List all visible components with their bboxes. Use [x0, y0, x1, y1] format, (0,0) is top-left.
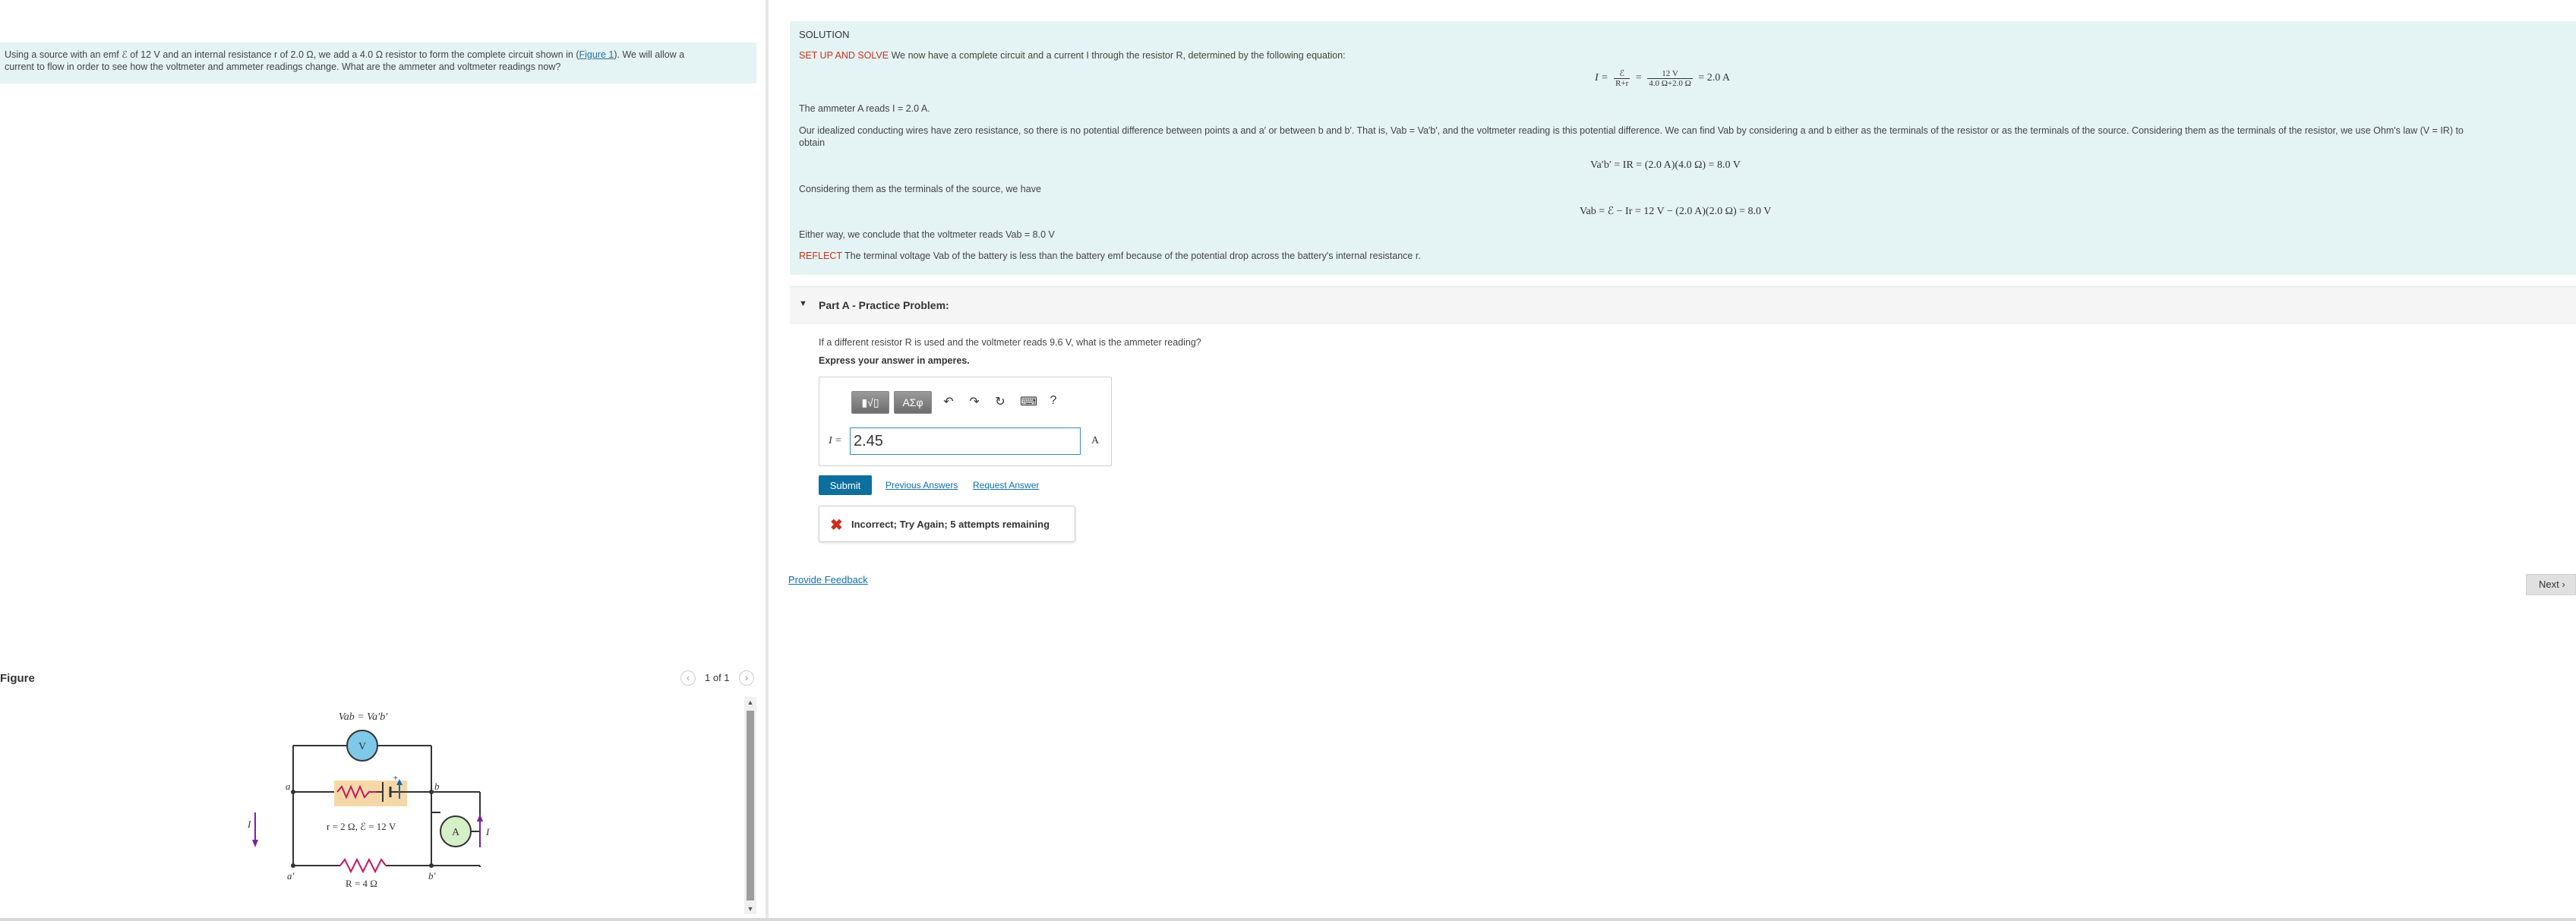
problem-text-3: current to flow in order to see how the …: [5, 62, 561, 72]
equation-terminal: Vab = ℰ − Ir = 12 V − (2.0 A)(2.0 Ω) = 8…: [1580, 206, 1772, 217]
request-answer-link[interactable]: Request Answer: [973, 480, 1039, 490]
equation-ohm: Va′b′ = IR = (2.0 A)(4.0 Ω) = 8.0 V: [1590, 159, 1741, 171]
node-b-label: b: [434, 781, 440, 792]
eq1-frac2-den: 4.0 Ω+2.0 Ω: [1649, 78, 1691, 88]
eq1-frac1-den: R+r: [1615, 79, 1629, 88]
part-a-instructions: Express your answer in amperes.: [819, 355, 970, 366]
eq1-equals: =: [1635, 72, 1642, 84]
ammeter-letter: A: [452, 827, 460, 838]
left-pane: Using a source with an emf ℰ of 12 V and…: [0, 0, 766, 921]
chevron-right-icon: ›: [2562, 579, 2565, 590]
answer-box: ▮√▯ ΑΣφ ↶ ↷ ↻ ⌨ ? I = A: [819, 377, 1112, 466]
resistor-label: R = 4 Ω: [346, 878, 377, 889]
battery-label: r = 2 Ω, ℰ = 12 V: [327, 821, 396, 832]
scroll-thumb[interactable]: [747, 711, 754, 900]
prev-figure-button[interactable]: ‹: [680, 670, 696, 686]
eq1-lhs: I =: [1595, 72, 1608, 84]
svg-text:+: +: [393, 774, 398, 783]
reset-icon[interactable]: ↻: [993, 394, 1008, 409]
figure-scrollbar[interactable]: ▲ ▼: [744, 697, 756, 914]
current-label-right: I: [485, 826, 490, 837]
answer-label: I =: [829, 435, 842, 446]
part-a-title: Part A - Practice Problem:: [819, 299, 949, 311]
keyboard-icon[interactable]: ⌨: [1020, 394, 1037, 409]
resistor-icon: [339, 857, 387, 874]
incorrect-x-icon: ✖: [830, 517, 843, 534]
ammeter-reads: The ammeter A reads I = 2.0 A.: [799, 103, 930, 114]
bottom-border: [0, 918, 2576, 921]
circuit-diagram: V Vab = Va′b′ + a b a′ b′ r = 2 Ω, ℰ = 1…: [247, 711, 490, 889]
figure-link[interactable]: Figure 1: [579, 49, 614, 60]
reflect-label: REFLECT: [799, 251, 842, 261]
idealized-text-1: Our idealized conducting wires have zero…: [799, 125, 2464, 136]
current-label-left: I: [247, 818, 251, 830]
reflect-text: The terminal voltage Vab of the battery …: [841, 251, 1421, 261]
answer-input[interactable]: [850, 427, 1081, 455]
figure-label: Figure: [0, 672, 35, 685]
templates-button[interactable]: ▮√▯: [851, 391, 889, 414]
part-a-header[interactable]: ▼ Part A - Practice Problem:: [790, 286, 2576, 324]
redo-icon[interactable]: ↷: [967, 394, 982, 409]
solution-heading: SOLUTION: [799, 29, 850, 40]
eq1-rhs: = 2.0 A: [1698, 72, 1731, 84]
problem-statement: Using a source with an emf ℰ of 12 V and…: [0, 43, 756, 84]
voltmeter-letter: V: [358, 741, 366, 752]
node-a-label: a: [286, 781, 291, 792]
symbols-button[interactable]: ΑΣφ: [894, 391, 932, 414]
considering-source: Considering them as the terminals of the…: [799, 184, 1041, 194]
solution-panel: SOLUTION SET UP AND SOLVE We now have a …: [790, 21, 2576, 275]
collapse-caret-icon[interactable]: ▼: [799, 299, 807, 308]
help-icon[interactable]: ?: [1046, 394, 1061, 408]
next-figure-button[interactable]: ›: [739, 670, 754, 686]
scroll-down-icon[interactable]: ▼: [744, 904, 756, 914]
previous-answers-link[interactable]: Previous Answers: [886, 480, 958, 490]
vab-label: Vab = Va′b′: [339, 711, 389, 723]
next-button[interactable]: Next ›: [2526, 574, 2576, 595]
reflect-line: REFLECT The terminal voltage Vab of the …: [799, 251, 1421, 261]
submit-button[interactable]: Submit: [819, 475, 872, 495]
setup-text: We now have a complete circuit and a cur…: [889, 50, 1346, 61]
node-a-prime-label: a′: [287, 870, 295, 882]
part-a-question: If a different resistor R is used and th…: [819, 337, 1201, 348]
provide-feedback-link[interactable]: Provide Feedback: [788, 574, 868, 585]
setup-line: SET UP AND SOLVE We now have a complete …: [799, 50, 1346, 61]
setup-label: SET UP AND SOLVE: [799, 50, 889, 61]
problem-text-1: Using a source with an emf ℰ of 12 V and…: [5, 49, 579, 60]
figure-pager: 1 of 1: [705, 672, 730, 683]
pane-divider[interactable]: [766, 0, 769, 921]
feedback-text: Incorrect; Try Again; 5 attempts remaini…: [851, 519, 1050, 530]
idealized-text-2: obtain: [799, 137, 826, 148]
scroll-up-icon[interactable]: ▲: [744, 697, 756, 708]
answer-unit: A: [1091, 435, 1100, 446]
eq1-frac2-num: 12 V: [1647, 69, 1693, 79]
equation-current: I = ℰ R+r = 12 V 4.0 Ω+2.0 Ω = 2.0 A: [1595, 68, 1731, 89]
undo-icon[interactable]: ↶: [941, 394, 956, 409]
feedback-message: ✖ Incorrect; Try Again; 5 attempts remai…: [819, 506, 1075, 542]
either-way: Either way, we conclude that the voltmet…: [799, 229, 1055, 240]
next-label: Next: [2539, 579, 2559, 590]
problem-text-2: ). We will allow a: [614, 49, 685, 60]
node-b-prime-label: b′: [428, 870, 436, 882]
eq1-frac1-num: ℰ: [1614, 68, 1631, 79]
